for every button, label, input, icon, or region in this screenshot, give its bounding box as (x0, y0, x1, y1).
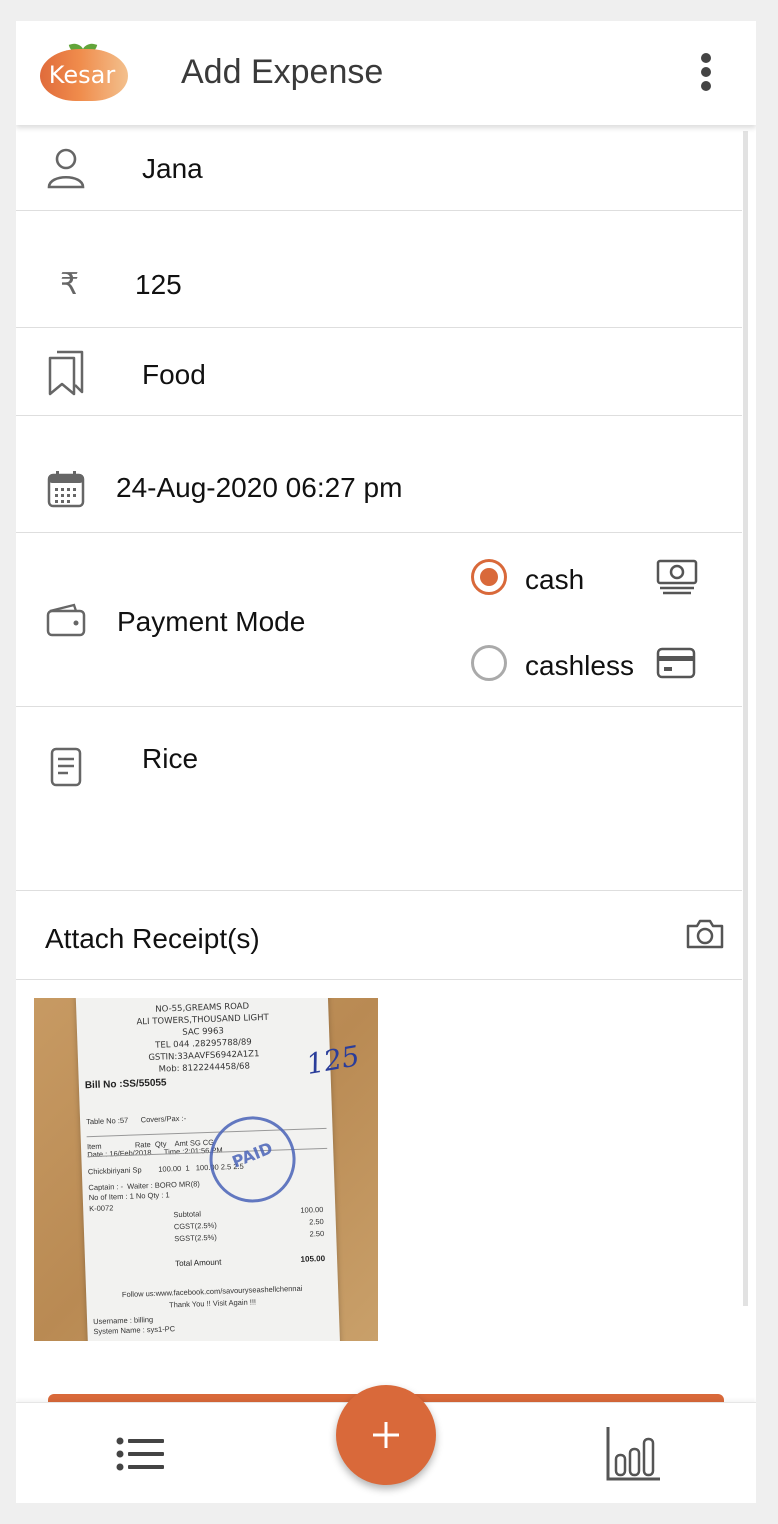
receipt-footer: Follow us:www.facebook.com/savouryseashe… (121, 1283, 303, 1310)
person-icon (47, 148, 85, 189)
scrollbar[interactable] (743, 131, 748, 1306)
receipt-header: NO-55,GREAMS ROAD ALI TOWERS,THOUSAND LI… (136, 1001, 269, 1075)
note-field[interactable]: Rice (142, 743, 198, 775)
app-screen: Kesar Add Expense Jana ₹ 125 Food 24-Aug… (16, 21, 756, 1503)
logo-text: Kesar (48, 61, 116, 89)
date-row[interactable]: 24-Aug-2020 06:27 pm (16, 416, 742, 533)
receipt-bill-no: Bill No :SS/55055 (84, 1077, 167, 1092)
card-icon (656, 647, 696, 679)
bar-chart-icon[interactable] (606, 1425, 662, 1481)
payment-mode-label: Payment Mode (117, 606, 306, 637)
note-row[interactable]: Rice (16, 707, 742, 891)
wallet-icon (46, 603, 86, 637)
cash-radio[interactable] (471, 559, 507, 595)
plus-icon (373, 1422, 399, 1448)
cash-icon (656, 559, 698, 595)
name-row[interactable]: Jana (16, 125, 742, 211)
add-expense-fab[interactable] (336, 1385, 436, 1485)
payment-mode-row: Payment Mode cash cashless (16, 533, 742, 707)
category-row[interactable]: Food (16, 328, 742, 416)
camera-icon[interactable] (685, 918, 725, 950)
cashless-label[interactable]: cashless (525, 650, 634, 682)
category-field[interactable]: Food (142, 359, 206, 391)
receipt-totals: Subtotal 100.00 CGST(2.5%) 2.50 SGST(2.5%)… (173, 1204, 325, 1244)
cashless-radio[interactable] (471, 645, 507, 681)
page-title: Add Expense (181, 53, 384, 91)
note-icon (50, 747, 82, 787)
app-bar: Kesar Add Expense (16, 21, 756, 125)
attach-receipt-label: Attach Receipt(s) (45, 923, 260, 954)
name-field[interactable]: Jana (142, 153, 203, 185)
amount-row[interactable]: ₹ 125 (16, 211, 742, 328)
amount-field[interactable]: 125 (135, 269, 182, 301)
receipt-system: Username : billing System Name : sys1-PC (92, 1315, 176, 1337)
receipt-thumbnail[interactable]: NO-55,GREAMS ROAD ALI TOWERS,THOUSAND LI… (34, 998, 378, 1341)
receipt-total: Total Amount 105.00 (174, 1253, 326, 1269)
receipt-paper: NO-55,GREAMS ROAD ALI TOWERS,THOUSAND LI… (75, 998, 362, 1341)
list-icon[interactable] (116, 1437, 166, 1471)
kesar-logo: Kesar (40, 41, 128, 101)
cash-label[interactable]: cash (525, 564, 584, 596)
attach-receipt-row[interactable]: Attach Receipt(s) (16, 891, 742, 980)
bookmarks-icon (48, 350, 84, 396)
calendar-icon (47, 471, 85, 508)
more-options-icon[interactable] (692, 49, 720, 97)
datetime-field[interactable]: 24-Aug-2020 06:27 pm (116, 472, 402, 504)
receipt-count: No of Item : 1 No Qty : 1 K-0072 (88, 1190, 170, 1214)
rupee-icon: ₹ (60, 267, 80, 302)
